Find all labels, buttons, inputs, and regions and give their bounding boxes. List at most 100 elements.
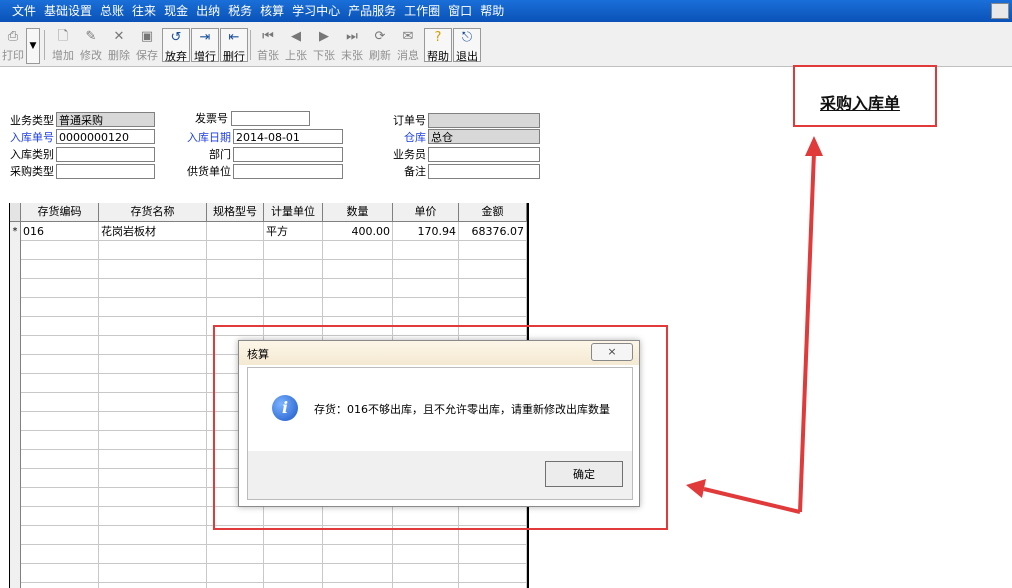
menu-tax[interactable]: 税务: [224, 0, 256, 22]
empty-cell[interactable]: [207, 298, 264, 317]
empty-cell[interactable]: [21, 564, 99, 583]
empty-cell[interactable]: [99, 469, 207, 488]
purchase-type-field[interactable]: [56, 164, 155, 179]
empty-cell[interactable]: [323, 298, 393, 317]
empty-cell[interactable]: [459, 279, 527, 298]
empty-cell[interactable]: [21, 260, 99, 279]
empty-cell[interactable]: [21, 412, 99, 431]
empty-cell[interactable]: [264, 260, 323, 279]
col-header-name[interactable]: 存货名称: [99, 203, 207, 221]
exit-button[interactable]: ⎋ 退出: [453, 28, 481, 63]
empty-cell[interactable]: [21, 526, 99, 545]
empty-cell[interactable]: [99, 450, 207, 469]
cell-price[interactable]: 170.94: [393, 222, 459, 241]
remark-field[interactable]: [428, 164, 540, 179]
first-button[interactable]: ⏮ 首张: [255, 28, 281, 63]
menu-work-circle[interactable]: 工作圈: [400, 0, 444, 22]
cell-name[interactable]: 花岗岩板材: [99, 222, 207, 241]
empty-cell[interactable]: [393, 298, 459, 317]
invoice-no-field[interactable]: [231, 111, 310, 126]
empty-cell[interactable]: [459, 583, 527, 588]
receipt-no-field[interactable]: 0000000120: [56, 129, 155, 144]
empty-cell[interactable]: [207, 241, 264, 260]
empty-cell[interactable]: [207, 260, 264, 279]
empty-cell[interactable]: [99, 355, 207, 374]
empty-cell[interactable]: [21, 469, 99, 488]
empty-cell[interactable]: [393, 241, 459, 260]
empty-cell[interactable]: [207, 545, 264, 564]
table-row[interactable]: * 016 花岗岩板材 平方 400.00 170.94 68376.07: [10, 222, 527, 241]
empty-cell[interactable]: [21, 279, 99, 298]
empty-table-row[interactable]: [10, 279, 527, 298]
message-button[interactable]: ✉ 消息: [395, 28, 421, 63]
empty-cell[interactable]: [21, 336, 99, 355]
empty-cell[interactable]: [323, 564, 393, 583]
discard-button[interactable]: ↺ 放弃: [162, 28, 190, 63]
menu-cash[interactable]: 现金: [160, 0, 192, 22]
save-button[interactable]: ▣ 保存: [134, 28, 160, 63]
empty-cell[interactable]: [459, 260, 527, 279]
help-button[interactable]: ? 帮助: [424, 28, 452, 63]
empty-cell[interactable]: [264, 583, 323, 588]
supplier-field[interactable]: [233, 164, 343, 179]
empty-cell[interactable]: [99, 279, 207, 298]
empty-cell[interactable]: [207, 279, 264, 298]
menu-help[interactable]: 帮助: [476, 0, 508, 22]
empty-cell[interactable]: [393, 545, 459, 564]
empty-cell[interactable]: [99, 260, 207, 279]
empty-cell[interactable]: [99, 241, 207, 260]
empty-cell[interactable]: [207, 583, 264, 588]
empty-cell[interactable]: [99, 507, 207, 526]
cell-qty[interactable]: 400.00: [323, 222, 393, 241]
empty-table-row[interactable]: [10, 298, 527, 317]
empty-cell[interactable]: [21, 488, 99, 507]
receipt-category-field[interactable]: [56, 147, 155, 162]
empty-cell[interactable]: [99, 374, 207, 393]
empty-cell[interactable]: [99, 412, 207, 431]
empty-cell[interactable]: [459, 298, 527, 317]
empty-cell[interactable]: [323, 279, 393, 298]
empty-cell[interactable]: [99, 545, 207, 564]
empty-cell[interactable]: [323, 241, 393, 260]
business-type-field[interactable]: 普通采购: [56, 112, 155, 127]
empty-cell[interactable]: [264, 241, 323, 260]
menu-basic-settings[interactable]: 基础设置: [40, 0, 96, 22]
menu-accounting[interactable]: 核算: [256, 0, 288, 22]
col-header-spec[interactable]: 规格型号: [207, 203, 264, 221]
ok-button[interactable]: 确定: [545, 461, 623, 487]
empty-cell[interactable]: [99, 298, 207, 317]
empty-cell[interactable]: [393, 583, 459, 588]
window-control-button[interactable]: [991, 3, 1009, 19]
empty-cell[interactable]: [21, 545, 99, 564]
warehouse-field[interactable]: 总仓: [428, 129, 540, 144]
receipt-date-field[interactable]: 2014-08-01: [233, 129, 343, 144]
empty-cell[interactable]: [21, 241, 99, 260]
col-header-qty[interactable]: 数量: [323, 203, 393, 221]
empty-cell[interactable]: [264, 298, 323, 317]
order-no-field[interactable]: [428, 113, 540, 128]
menu-window[interactable]: 窗口: [444, 0, 476, 22]
empty-cell[interactable]: [459, 241, 527, 260]
col-header-unit[interactable]: 计量单位: [264, 203, 323, 221]
menu-accounts[interactable]: 往来: [128, 0, 160, 22]
empty-cell[interactable]: [459, 564, 527, 583]
empty-cell[interactable]: [393, 279, 459, 298]
empty-cell[interactable]: [21, 393, 99, 412]
empty-cell[interactable]: [99, 583, 207, 588]
empty-cell[interactable]: [323, 545, 393, 564]
department-field[interactable]: [233, 147, 343, 162]
col-header-amount[interactable]: 金额: [459, 203, 527, 221]
empty-cell[interactable]: [21, 355, 99, 374]
empty-cell[interactable]: [21, 507, 99, 526]
cell-amount[interactable]: 68376.07: [459, 222, 527, 241]
empty-cell[interactable]: [99, 431, 207, 450]
last-button[interactable]: ⏭ 末张: [339, 28, 365, 63]
cell-unit[interactable]: 平方: [264, 222, 323, 241]
dialog-close-button[interactable]: ×: [591, 343, 633, 361]
empty-cell[interactable]: [21, 583, 99, 588]
print-button[interactable]: ⎙ 打印: [0, 28, 26, 63]
empty-cell[interactable]: [99, 317, 207, 336]
menu-file[interactable]: 文件: [8, 0, 40, 22]
menu-product-service[interactable]: 产品服务: [344, 0, 400, 22]
menu-general-ledger[interactable]: 总账: [96, 0, 128, 22]
